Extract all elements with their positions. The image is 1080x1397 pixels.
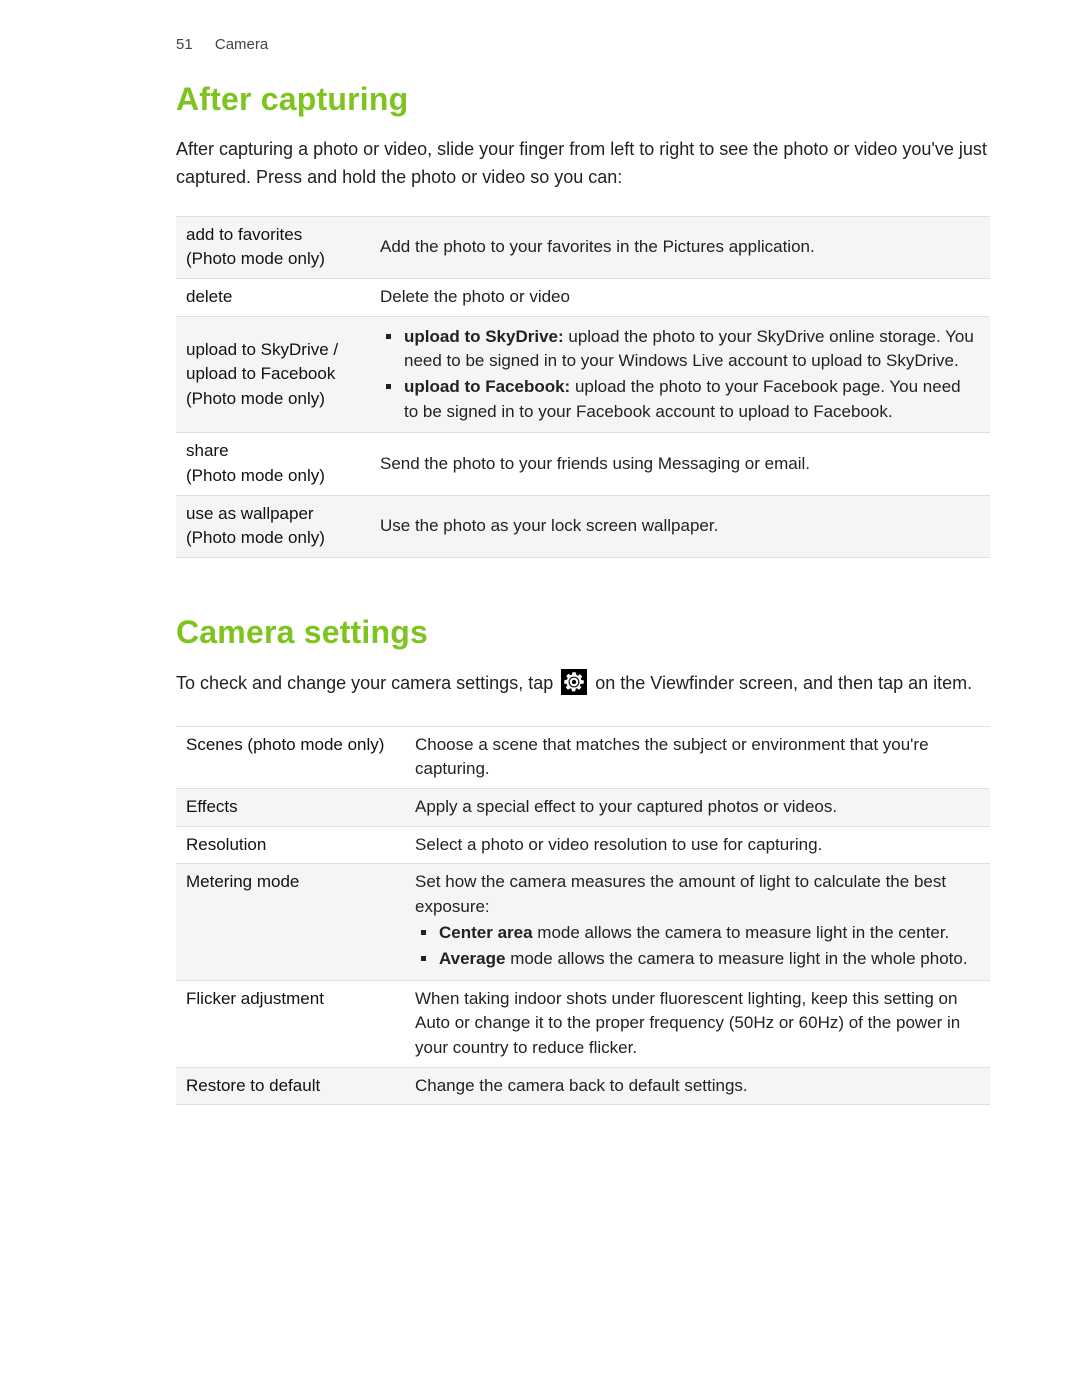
page-number: 51 [176,36,193,53]
row-desc: Choose a scene that matches the subject … [405,726,990,788]
section2-intro: To check and change your camera settings… [176,669,990,698]
row-desc: upload to SkyDrive: upload the photo to … [370,316,990,433]
table-row: Flicker adjustment When taking indoor sh… [176,980,990,1067]
row-key: Metering mode [176,864,405,981]
bullet-bold: upload to SkyDrive: [404,327,564,346]
row-desc: Set how the camera measures the amount o… [405,864,990,981]
table-row: Metering mode Set how the camera measure… [176,864,990,981]
key-line: upload to SkyDrive / upload to Facebook [186,340,338,384]
row-key: delete [176,279,370,317]
key-line: use as wallpaper [186,504,314,523]
after-capturing-table: add to favorites (Photo mode only) Add t… [176,216,990,558]
key-line: (Photo mode only) [186,528,325,547]
row-key: Restore to default [176,1067,405,1105]
table-row: share (Photo mode only) Send the photo t… [176,433,990,495]
manual-page: 51 Camera After capturing After capturin… [0,0,1080,1397]
key-line: (Photo mode only) [186,249,325,268]
bullet-bold: upload to Facebook: [404,377,570,396]
key-line: (Photo mode only) [186,389,325,408]
page-header: 51 Camera [176,36,990,53]
table-row: Restore to default Change the camera bac… [176,1067,990,1105]
table-row: use as wallpaper (Photo mode only) Use t… [176,495,990,557]
list-item: Center area mode allows the camera to me… [435,921,976,946]
table-row: upload to SkyDrive / upload to Facebook … [176,316,990,433]
row-desc: Delete the photo or video [370,279,990,317]
list-item: upload to Facebook: upload the photo to … [400,375,976,424]
bullet-list: upload to SkyDrive: upload the photo to … [380,325,976,425]
section-title-camera-settings: Camera settings [176,614,990,651]
table-row: Scenes (photo mode only) Choose a scene … [176,726,990,788]
row-key: Scenes (photo mode only) [176,726,405,788]
key-line: share [186,441,229,460]
bullet-text: mode allows the camera to measure light … [533,923,950,942]
metering-intro: Set how the camera measures the amount o… [415,870,976,919]
row-key: share (Photo mode only) [176,433,370,495]
row-desc: Select a photo or video resolution to us… [405,826,990,864]
settings-gear-icon [561,669,587,695]
bullet-text: mode allows the camera to measure light … [505,949,967,968]
list-item: Average mode allows the camera to measur… [435,947,976,972]
row-desc: Send the photo to your friends using Mes… [370,433,990,495]
table-row: Resolution Select a photo or video resol… [176,826,990,864]
intro-text-after: on the Viewfinder screen, and then tap a… [595,673,972,693]
row-desc: Use the photo as your lock screen wallpa… [370,495,990,557]
key-line: add to favorites [186,225,302,244]
bullet-list: Center area mode allows the camera to me… [415,921,976,971]
row-key: Effects [176,788,405,826]
table-row: Effects Apply a special effect to your c… [176,788,990,826]
row-key: Resolution [176,826,405,864]
row-key: upload to SkyDrive / upload to Facebook … [176,316,370,433]
bullet-bold: Average [439,949,505,968]
row-desc: Apply a special effect to your captured … [405,788,990,826]
section-title-after-capturing: After capturing [176,81,990,118]
intro-text-before: To check and change your camera settings… [176,673,558,693]
row-key: Flicker adjustment [176,980,405,1067]
key-line: (Photo mode only) [186,466,325,485]
table-row: add to favorites (Photo mode only) Add t… [176,216,990,278]
list-item: upload to SkyDrive: upload the photo to … [400,325,976,374]
row-key: use as wallpaper (Photo mode only) [176,495,370,557]
section1-intro: After capturing a photo or video, slide … [176,136,990,192]
camera-settings-table: Scenes (photo mode only) Choose a scene … [176,726,990,1106]
row-desc: Add the photo to your favorites in the P… [370,216,990,278]
row-desc: When taking indoor shots under fluoresce… [405,980,990,1067]
header-section-name: Camera [215,36,268,53]
bullet-bold: Center area [439,923,533,942]
row-key: add to favorites (Photo mode only) [176,216,370,278]
row-desc: Change the camera back to default settin… [405,1067,990,1105]
table-row: delete Delete the photo or video [176,279,990,317]
